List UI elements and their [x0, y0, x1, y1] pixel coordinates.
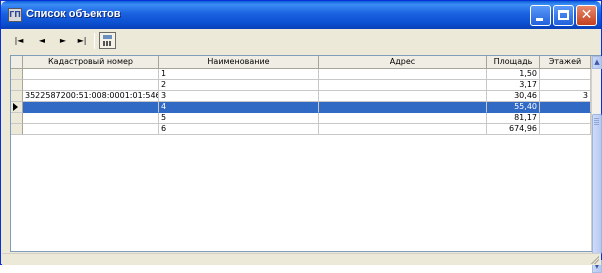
cell-address[interactable]: [319, 91, 487, 102]
last-record-button[interactable]: ►|: [74, 34, 90, 48]
cell-name[interactable]: 2: [159, 80, 319, 91]
cell-area[interactable]: 1,50: [487, 69, 540, 80]
cell-name[interactable]: 3: [159, 91, 319, 102]
cell-cadastral[interactable]: [23, 113, 159, 124]
table-row[interactable]: 1 1,50: [11, 69, 591, 80]
row-indicator[interactable]: [11, 80, 23, 91]
cell-cadastral[interactable]: [23, 80, 159, 91]
cell-name[interactable]: 6: [159, 124, 319, 135]
prev-record-button[interactable]: ◄: [34, 34, 50, 48]
row-indicator[interactable]: [11, 69, 23, 80]
cell-floors[interactable]: 3: [540, 91, 591, 102]
resize-grip-icon[interactable]: [590, 255, 599, 264]
cell-name[interactable]: 5: [159, 113, 319, 124]
title-bar[interactable]: ГП Список объектов ✕: [1, 1, 601, 29]
scroll-up-button[interactable]: ▲: [592, 56, 602, 69]
scroll-thumb[interactable]: [592, 114, 602, 254]
minimize-button[interactable]: [530, 5, 551, 26]
table-row[interactable]: 5 81,17: [11, 113, 591, 124]
app-icon: ГП: [8, 8, 22, 22]
row-indicator[interactable]: [11, 124, 23, 135]
cell-address[interactable]: [319, 69, 487, 80]
cell-address[interactable]: [319, 113, 487, 124]
table-row[interactable]: 3522587200:51:008:0001:01:546 3 30,46 3: [11, 91, 591, 102]
cell-floors[interactable]: [540, 124, 591, 135]
navigation-toolbar: |◄ ◄ ► ►|: [2, 29, 601, 53]
cell-floors[interactable]: [540, 102, 591, 113]
indicator-header: [11, 56, 23, 69]
cell-floors[interactable]: [540, 69, 591, 80]
scroll-grip-icon: [594, 118, 599, 125]
objects-list-window: ГП Список объектов ✕ |◄ ◄ ► ►| Кадастров…: [0, 0, 602, 273]
grid-header: Кадастровый номер Наименование Адрес Пло…: [11, 56, 591, 69]
cell-address[interactable]: [319, 102, 487, 113]
cell-cadastral[interactable]: [23, 124, 159, 135]
table-row[interactable]: 2 3,17: [11, 80, 591, 91]
first-record-button[interactable]: |◄: [11, 34, 27, 48]
close-button[interactable]: ✕: [576, 5, 597, 26]
cell-name[interactable]: 4: [159, 102, 319, 113]
cell-address[interactable]: [319, 124, 487, 135]
calculator-icon: [103, 35, 112, 39]
cell-area[interactable]: 674,96: [487, 124, 540, 135]
column-header-name[interactable]: Наименование: [159, 56, 319, 69]
cell-area[interactable]: 81,17: [487, 113, 540, 124]
close-icon: ✕: [580, 7, 593, 23]
maximize-icon: [558, 10, 569, 20]
current-row-arrow-icon: [13, 103, 18, 111]
calculator-keys-icon: [103, 41, 112, 46]
cell-floors[interactable]: [540, 113, 591, 124]
objects-grid[interactable]: Кадастровый номер Наименование Адрес Пло…: [10, 55, 602, 273]
cell-area[interactable]: 3,17: [487, 80, 540, 91]
cell-area[interactable]: 55,40: [487, 102, 540, 113]
minimize-icon: [536, 18, 543, 21]
cell-floors[interactable]: [540, 80, 591, 91]
column-header-address[interactable]: Адрес: [319, 56, 487, 69]
cell-address[interactable]: [319, 80, 487, 91]
table-row[interactable]: 4 55,40: [11, 102, 591, 113]
cell-cadastral[interactable]: [23, 102, 159, 113]
window-title: Список объектов: [26, 8, 121, 20]
row-indicator[interactable]: [11, 113, 23, 124]
status-bar: [2, 253, 601, 265]
row-indicator[interactable]: [11, 102, 23, 113]
next-record-button[interactable]: ►: [55, 34, 71, 48]
column-header-floors[interactable]: Этажей: [540, 56, 591, 69]
toolbar-separator: [94, 33, 95, 49]
cell-name[interactable]: 1: [159, 69, 319, 80]
maximize-button[interactable]: [553, 5, 574, 26]
cell-area[interactable]: 30,46: [487, 91, 540, 102]
row-indicator[interactable]: [11, 91, 23, 102]
calculator-button[interactable]: [99, 32, 116, 49]
column-header-area[interactable]: Площадь: [487, 56, 540, 69]
column-header-cadastral[interactable]: Кадастровый номер: [23, 56, 159, 69]
cell-cadastral[interactable]: 3522587200:51:008:0001:01:546: [23, 91, 159, 102]
cell-cadastral[interactable]: [23, 69, 159, 80]
vertical-scrollbar[interactable]: ▲ ▼: [591, 56, 602, 273]
table-row[interactable]: 6 674,96: [11, 124, 591, 135]
